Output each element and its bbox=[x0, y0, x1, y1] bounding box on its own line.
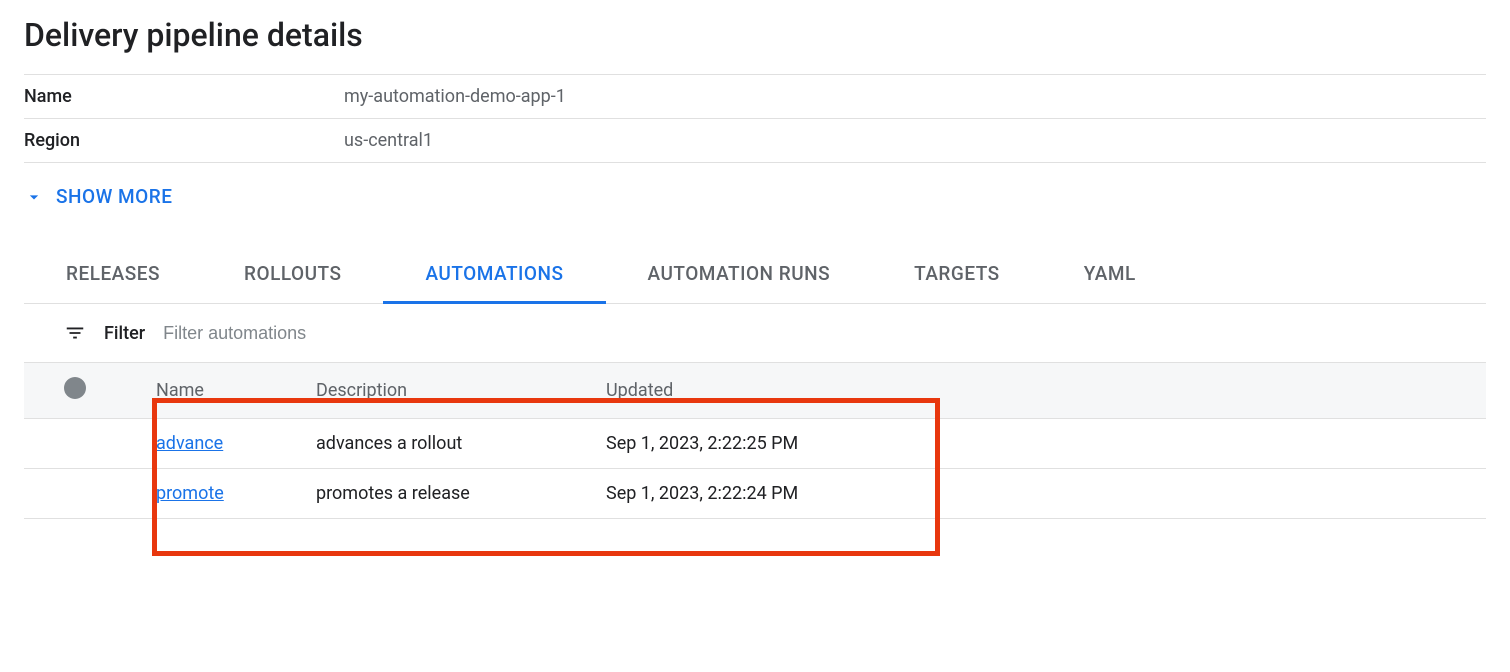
automations-table: Name Description Updated advance advance… bbox=[24, 362, 1486, 519]
show-more-label: SHOW MORE bbox=[56, 185, 172, 208]
cell-description: promotes a release bbox=[304, 469, 594, 519]
tab-yaml[interactable]: YAML bbox=[1042, 248, 1178, 303]
detail-value: my-automation-demo-app-1 bbox=[344, 86, 566, 107]
table-header-row: Name Description Updated bbox=[24, 363, 1486, 419]
detail-value: us-central1 bbox=[344, 130, 433, 151]
col-header-name[interactable]: Name bbox=[144, 363, 304, 419]
tab-rollouts[interactable]: ROLLOUTS bbox=[202, 248, 383, 303]
table-row: advance advances a rollout Sep 1, 2023, … bbox=[24, 419, 1486, 469]
cell-name: promote bbox=[144, 469, 304, 519]
show-more-button[interactable]: SHOW MORE bbox=[24, 185, 172, 208]
chevron-down-icon bbox=[24, 187, 44, 207]
table-row: promote promotes a release Sep 1, 2023, … bbox=[24, 469, 1486, 519]
col-header-updated[interactable]: Updated bbox=[594, 363, 1486, 419]
status-dot-icon bbox=[64, 377, 86, 399]
automation-link[interactable]: advance bbox=[156, 433, 223, 454]
tab-targets[interactable]: TARGETS bbox=[872, 248, 1042, 303]
tab-releases[interactable]: RELEASES bbox=[24, 248, 202, 303]
detail-label: Name bbox=[24, 86, 344, 107]
filter-icon bbox=[64, 322, 86, 344]
page-title: Delivery pipeline details bbox=[24, 16, 1486, 54]
detail-label: Region bbox=[24, 130, 344, 151]
filter-label: Filter bbox=[104, 323, 145, 344]
details-section: Name my-automation-demo-app-1 Region us-… bbox=[24, 74, 1486, 163]
filter-input[interactable] bbox=[163, 323, 563, 344]
filter-bar: Filter bbox=[24, 304, 1486, 362]
col-header-description[interactable]: Description bbox=[304, 363, 594, 419]
cell-updated: Sep 1, 2023, 2:22:25 PM bbox=[594, 419, 1486, 469]
cell-updated: Sep 1, 2023, 2:22:24 PM bbox=[594, 469, 1486, 519]
cell-status bbox=[24, 469, 144, 519]
col-header-status bbox=[24, 363, 144, 419]
automation-link[interactable]: promote bbox=[156, 483, 224, 504]
detail-row-name: Name my-automation-demo-app-1 bbox=[24, 74, 1486, 119]
tab-automations[interactable]: AUTOMATIONS bbox=[383, 248, 605, 303]
cell-description: advances a rollout bbox=[304, 419, 594, 469]
tabs: RELEASES ROLLOUTS AUTOMATIONS AUTOMATION… bbox=[24, 248, 1486, 304]
cell-name: advance bbox=[144, 419, 304, 469]
cell-status bbox=[24, 419, 144, 469]
detail-row-region: Region us-central1 bbox=[24, 119, 1486, 163]
tab-automation-runs[interactable]: AUTOMATION RUNS bbox=[606, 248, 873, 303]
table-wrap: Name Description Updated advance advance… bbox=[24, 362, 1486, 519]
